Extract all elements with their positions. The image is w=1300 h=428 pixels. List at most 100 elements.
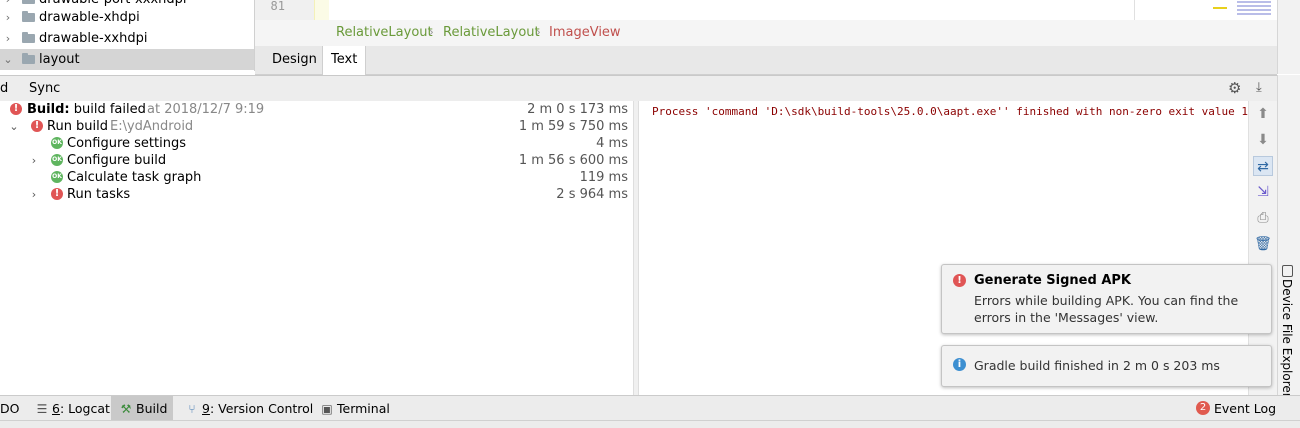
print-icon[interactable]: ⎙ <box>1253 208 1273 228</box>
notification-error[interactable]: ! Generate Signed APK Errors while build… <box>941 264 1272 334</box>
task-name: Run build <box>47 119 109 134</box>
logcat-icon: ☰ <box>36 402 48 416</box>
task-name: Run tasks <box>67 187 131 202</box>
vcs-shortcut: 9 <box>202 401 210 416</box>
task-duration: 1 m 59 s 750 ms <box>518 119 628 134</box>
soft-wrap-icon[interactable]: ⇄ <box>1253 156 1273 176</box>
event-count-badge: 2 <box>1196 401 1210 415</box>
project-tree-panel: › drawable-port-xxxhdpi › drawable-xhdpi… <box>0 0 255 71</box>
hide-panel-icon[interactable]: ⤓ <box>1256 80 1272 96</box>
tree-item-drawable-xhdpi[interactable]: › drawable-xhdpi <box>0 7 254 28</box>
chevron-down-icon[interactable]: ⌄ <box>2 49 14 70</box>
task-name: Configure build <box>67 153 167 168</box>
error-icon: ! <box>953 274 966 287</box>
breadcrumb-item[interactable]: RelativeLayout <box>443 25 540 40</box>
logcat-shortcut: 6 <box>52 401 60 416</box>
notification-info[interactable]: i Gradle build finished in 2 m 0 s 203 m… <box>941 345 1272 387</box>
trash-icon[interactable]: 🗑 <box>1253 234 1273 254</box>
tree-item-label: layout <box>39 52 80 67</box>
notification-message: Gradle build finished in 2 m 0 s 203 ms <box>974 358 1220 373</box>
build-hammer-icon: ⚒ <box>120 402 132 416</box>
folder-icon <box>22 0 35 4</box>
breadcrumb-item[interactable]: RelativeLayout <box>336 25 433 40</box>
task-name: Configure settings <box>67 136 186 151</box>
tree-item-drawable-xxhdpi[interactable]: › drawable-xxhdpi <box>0 28 254 49</box>
event-log-tab[interactable]: 2 Event Log <box>1196 396 1276 421</box>
scroll-to-end-icon[interactable]: ⇲ <box>1253 182 1273 202</box>
vcs-branch-icon: ⑂ <box>188 402 196 416</box>
warning-marker[interactable] <box>1213 7 1227 9</box>
build-tree-row[interactable]: OK Calculate task graph 119 ms <box>0 169 633 186</box>
chevron-right-icon[interactable]: › <box>2 7 14 28</box>
console-error-line: Process 'command 'D:\sdk\build-tools\25.… <box>652 105 1249 118</box>
tree-item-label: drawable-xhdpi <box>39 10 140 25</box>
folder-icon <box>22 53 35 64</box>
build-status-label: Build: <box>27 102 70 117</box>
build-tree-row[interactable]: ⌄ ! Run build E:\ydAndroid 1 m 59 s 750 … <box>0 118 633 135</box>
logcat-label: : Logcat <box>59 401 110 416</box>
vcs-label: : Version Control <box>209 401 314 416</box>
chevron-right-icon[interactable]: › <box>28 152 40 169</box>
build-tree-row[interactable]: OK Configure settings 4 ms <box>0 135 633 152</box>
breadcrumb: RelativeLayout › RelativeLayout › ImageV… <box>255 20 1277 47</box>
build-duration: 2 m 0 s 173 ms <box>527 102 628 117</box>
scroll-marker[interactable] <box>1237 13 1271 15</box>
chevron-right-icon[interactable]: › <box>2 28 14 49</box>
gear-icon[interactable]: ⚙ <box>1228 80 1248 96</box>
task-name: Calculate task graph <box>67 170 202 185</box>
tab-text[interactable]: Text <box>322 46 367 75</box>
device-file-explorer-label: Device File Explorer <box>1280 279 1294 398</box>
version-control-tab[interactable]: ⑂ 9: Version Control <box>185 396 313 421</box>
current-line-highlight <box>314 0 329 20</box>
event-log-label: Event Log <box>1214 401 1277 416</box>
folder-icon <box>22 32 35 43</box>
code-editor[interactable] <box>255 0 1277 21</box>
tree-item-label: drawable-xxhdpi <box>39 31 148 46</box>
error-icon: ! <box>31 120 43 132</box>
breadcrumb-item[interactable]: ImageView <box>549 25 621 40</box>
chevron-right-icon[interactable]: › <box>28 186 40 203</box>
info-icon: i <box>953 358 966 371</box>
arrow-up-icon[interactable]: ⬆ <box>1253 104 1273 124</box>
right-margin-guide <box>1134 0 1135 20</box>
task-path: E:\ydAndroid <box>110 119 194 134</box>
task-duration: 4 ms <box>596 136 628 151</box>
ok-icon: OK <box>51 137 63 149</box>
ok-icon: OK <box>51 171 63 183</box>
error-icon: ! <box>51 188 63 200</box>
folder-icon <box>22 11 35 22</box>
notification-title: Generate Signed APK <box>974 273 1131 288</box>
build-window-header: d Sync ⚙ ⤓ <box>0 75 1277 102</box>
build-label: Build <box>136 401 168 416</box>
device-file-explorer-tab[interactable]: Device File Explorer <box>1277 262 1300 398</box>
tab-sync[interactable]: Sync <box>29 76 60 101</box>
build-tree-row[interactable]: › ! Run tasks 2 s 964 ms <box>0 186 633 203</box>
build-timestamp: at 2018/12/7 9:19 <box>147 102 265 117</box>
build-tree: ! Build: build failed at 2018/12/7 9:19 … <box>0 101 633 395</box>
ok-icon: OK <box>51 154 63 166</box>
build-tab[interactable]: ⚒ Build <box>111 396 174 421</box>
breadcrumb-separator-icon: › <box>536 25 541 39</box>
scroll-marker[interactable] <box>1237 5 1271 7</box>
scroll-marker[interactable] <box>1237 9 1271 11</box>
terminal-label: Terminal <box>337 401 390 416</box>
right-tool-strip-top <box>1277 0 1300 74</box>
error-icon: ! <box>10 103 22 115</box>
device-icon <box>1282 265 1293 277</box>
build-tree-row[interactable]: › OK Configure build 1 m 56 s 600 ms <box>0 152 633 169</box>
scroll-marker[interactable] <box>1237 1 1271 3</box>
build-tree-row[interactable]: ! Build: build failed at 2018/12/7 9:19 … <box>0 101 633 118</box>
chevron-down-icon[interactable]: ⌄ <box>8 118 20 135</box>
logcat-tab[interactable]: ☰ 6: Logcat <box>35 396 110 421</box>
tree-item-layout[interactable]: ⌄ layout <box>0 49 254 70</box>
tab-build-output[interactable]: d <box>0 76 8 101</box>
arrow-down-icon[interactable]: ⬇ <box>1253 130 1273 150</box>
bottom-tool-bar: DO ☰ 6: Logcat ⚒ Build ⑂ 9: Version Control… <box>0 395 1300 421</box>
notification-message: Errors while building APK. You can find … <box>974 293 1239 325</box>
todo-tab[interactable]: DO <box>0 396 19 421</box>
tab-design[interactable]: Design <box>264 46 325 74</box>
terminal-tab[interactable]: ▣ Terminal <box>320 396 390 421</box>
line-number: 81 <box>270 0 285 13</box>
breadcrumb-separator-icon: › <box>429 25 434 39</box>
task-duration: 119 ms <box>579 170 628 185</box>
